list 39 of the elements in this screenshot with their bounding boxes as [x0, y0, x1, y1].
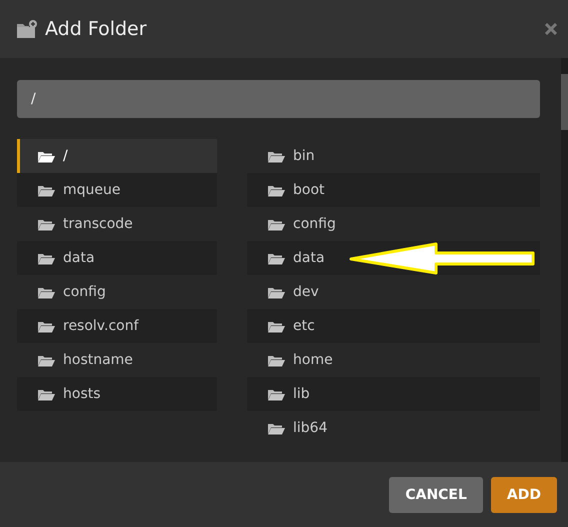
- folder-item[interactable]: config: [17, 275, 217, 309]
- folder-icon: [37, 286, 55, 298]
- folder-item[interactable]: hostname: [17, 343, 217, 377]
- folder-item[interactable]: lib64: [247, 411, 540, 445]
- scrollbar[interactable]: [561, 58, 568, 462]
- dialog-title: Add Folder: [45, 18, 148, 40]
- folder-icon: [267, 422, 285, 434]
- folder-icon: [267, 184, 285, 196]
- folder-item[interactable]: transcode: [17, 207, 217, 241]
- folder-item[interactable]: etc: [247, 309, 540, 343]
- folder-item[interactable]: dev: [247, 275, 540, 309]
- folder-add-icon: [17, 20, 37, 38]
- folder-icon: [37, 184, 55, 196]
- folder-item[interactable]: home: [247, 343, 540, 377]
- folder-icon: [37, 218, 55, 230]
- folder-item[interactable]: hosts: [17, 377, 217, 411]
- folder-icon: [267, 354, 285, 366]
- folder-icon: [267, 252, 285, 264]
- close-button[interactable]: [545, 23, 557, 35]
- folder-icon: [37, 388, 55, 400]
- folder-item[interactable]: resolv.conf: [17, 309, 217, 343]
- folder-icon: [37, 150, 55, 162]
- folder-icon: [267, 150, 285, 162]
- folder-icon: [37, 354, 55, 366]
- folder-icon: [267, 286, 285, 298]
- folder-item[interactable]: mqueue: [17, 173, 217, 207]
- folder-item[interactable]: config: [247, 207, 540, 241]
- folder-icon: [37, 252, 55, 264]
- folder-icon: [267, 218, 285, 230]
- folder-item[interactable]: /: [17, 139, 217, 173]
- folder-item[interactable]: data: [17, 241, 217, 275]
- path-field[interactable]: /: [17, 80, 540, 118]
- folder-item[interactable]: bin: [247, 139, 540, 173]
- folder-icon: [267, 320, 285, 332]
- folder-item[interactable]: lib: [247, 377, 540, 411]
- cancel-button[interactable]: CANCEL: [389, 476, 483, 512]
- folder-icon: [267, 388, 285, 400]
- folder-item[interactable]: boot: [247, 173, 540, 207]
- folder-icon: [37, 320, 55, 332]
